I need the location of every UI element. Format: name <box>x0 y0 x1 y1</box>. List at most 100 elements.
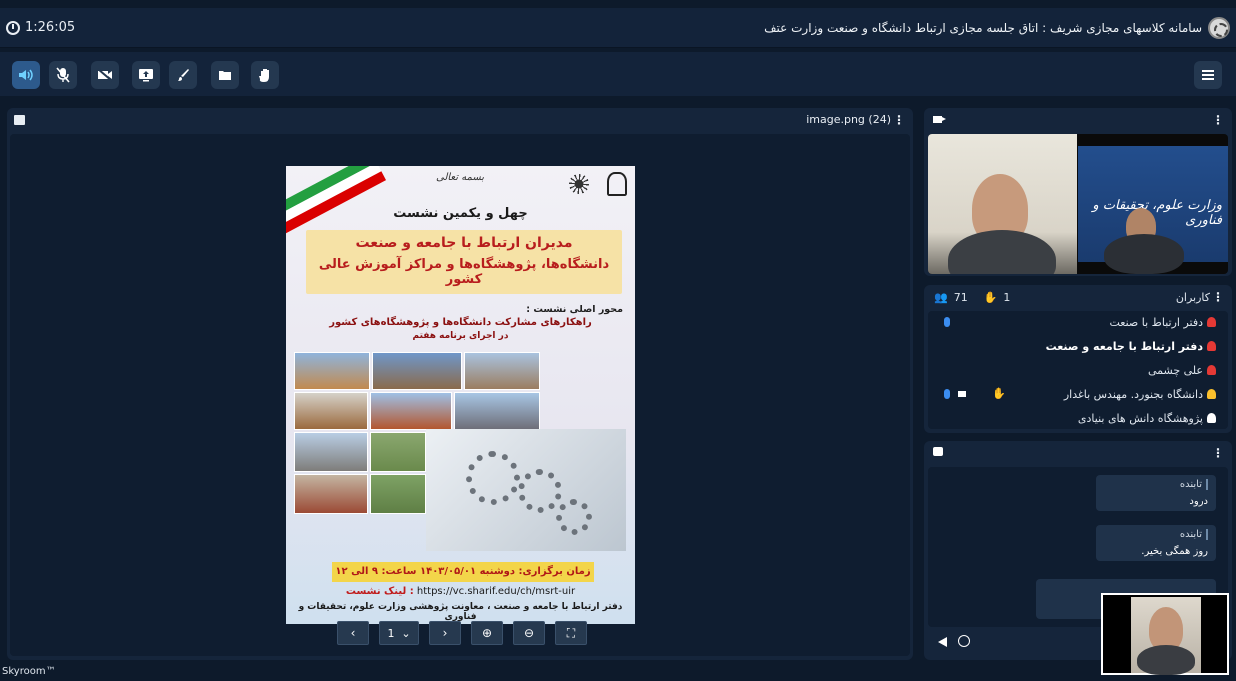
remote-video: وزارت علوم، تحقیقات و فناوری <box>1078 146 1228 274</box>
camera-off-icon <box>97 68 113 82</box>
hands-count: 1 <box>1003 291 1011 304</box>
users-list[interactable]: دفتر ارتباط با صنعت دفتر ارتباط با جامعه… <box>928 311 1228 429</box>
next-page-button[interactable]: › <box>429 621 461 645</box>
message-text: درود <box>1189 496 1208 507</box>
poster-link-url: https://vc.sharif.edu/ch/msrt-uir <box>416 586 576 597</box>
user-icon <box>1207 389 1216 399</box>
user-row[interactable]: دفتر ارتباط با صنعت <box>928 311 1228 335</box>
user-row[interactable]: دانشگاه بجنورد. مهندس باغدار ✋ <box>928 383 1228 407</box>
more-options-icon[interactable]: ⋮ <box>893 113 905 127</box>
menu-icon-line <box>1202 74 1214 76</box>
raise-hand-icon: ✋ <box>983 291 998 304</box>
chevron-right-icon: › <box>442 626 448 640</box>
fullscreen-button[interactable]: ⛶ <box>555 621 587 645</box>
building-photo <box>294 352 370 390</box>
self-video-feed <box>1131 597 1201 675</box>
poster-axis-text-2: در اجرای برنامه هفتم <box>412 331 509 341</box>
poster-image: بسمه تعالی چهل و یکمین نشست مدیران ارتبا… <box>286 166 635 624</box>
files-button[interactable] <box>211 61 239 89</box>
file-name: image.png (24) <box>806 113 891 126</box>
share-screen-button[interactable] <box>132 61 160 89</box>
toolbar <box>0 52 1236 96</box>
poster-heading: چهل و یکمین نشست <box>393 206 528 221</box>
share-screen-icon <box>139 69 153 82</box>
poster-footer: دفتر ارتباط با جامعه و صنعت ، معاونت پژو… <box>298 602 623 622</box>
user-entry: پژوهشگاه دانش های بنیادی <box>1078 412 1216 425</box>
chevron-left-icon: ‹ <box>350 626 356 640</box>
camera-button[interactable] <box>91 61 119 89</box>
raise-hand-icon <box>259 69 269 82</box>
mic-icon <box>944 317 950 327</box>
user-icon <box>1207 341 1216 351</box>
self-body <box>1137 645 1195 675</box>
raise-hand-icon: ✋ <box>992 387 1006 400</box>
user-entry: دفتر ارتباط با صنعت <box>1110 316 1216 329</box>
user-row[interactable]: دفتر ارتباط با جامعه و صنعت <box>928 335 1228 359</box>
user-entry: علی چشمی <box>1148 364 1216 377</box>
message-sender: تابنده <box>1104 529 1208 540</box>
speaker-video <box>928 134 1077 274</box>
chat-panel-header: ⋮ <box>924 441 1232 465</box>
building-photo <box>464 352 540 390</box>
iran-flag-graphic <box>286 166 387 237</box>
zoom-out-button[interactable]: ⊖ <box>513 621 545 645</box>
video-panel: ⋮ وزارت علوم، تحقیقات و فناوری <box>924 108 1232 276</box>
video-panel-header: ⋮ <box>924 108 1232 132</box>
user-row[interactable]: پژوهشگاه دانش های بنیادی <box>928 407 1228 429</box>
mic-button[interactable] <box>49 61 77 89</box>
speaker-button[interactable] <box>12 61 40 89</box>
remote-body <box>1104 234 1184 274</box>
zoom-in-button[interactable]: ⊕ <box>471 621 503 645</box>
banner-line-1: مدیران ارتباط با جامعه و صنعت <box>355 235 573 251</box>
more-options-icon[interactable]: ⋮ <box>1212 446 1224 460</box>
mic-icon <box>944 389 950 399</box>
emoji-icon[interactable] <box>958 635 970 647</box>
user-row[interactable]: علی چشمی <box>928 359 1228 383</box>
fullscreen-icon: ⛶ <box>566 625 576 640</box>
gear-shape <box>518 469 562 513</box>
users-panel: 👥 71 ✋ 1 کاربران ⋮ دفتر ارتباط با صنعت د… <box>924 285 1232 433</box>
zoom-out-icon: ⊖ <box>523 626 535 640</box>
message-text: روز همگی بخیر. <box>1141 546 1208 557</box>
raise-hand-button[interactable] <box>251 61 279 89</box>
user-name: پژوهشگاه دانش های بنیادی <box>1077 412 1203 425</box>
clock-icon <box>6 20 20 35</box>
more-options-icon[interactable]: ⋮ <box>1212 113 1224 127</box>
more-options-icon[interactable]: ⋮ <box>1212 290 1224 304</box>
whiteboard-button[interactable] <box>169 61 197 89</box>
gears-graphic <box>426 429 626 551</box>
zoom-in-icon: ⊕ <box>481 626 493 640</box>
prev-page-button[interactable]: ‹ <box>337 621 369 645</box>
chevron-down-icon: ⌄ <box>401 626 411 640</box>
camera-icon <box>933 116 942 123</box>
user-entry: دانشگاه بجنورد. مهندس باغدار <box>1064 388 1216 401</box>
message-sender: تابنده <box>1104 479 1208 490</box>
users-stats: 👥 71 ✋ 1 <box>934 291 1010 304</box>
menu-button[interactable] <box>1194 61 1222 89</box>
folder-icon <box>219 71 231 80</box>
university-emblem-icon <box>569 174 589 194</box>
file-viewer-header: image.png (24) ⋮ <box>7 108 913 132</box>
poster-axis-text-1: راهکارهای مشارکت دانشگاه‌ها و پژوهشگاه‌ه… <box>329 317 592 328</box>
user-name: علی چشمی <box>1147 364 1203 377</box>
top-bar: 1:26:05 سامانه کلاسهای مجازی شریف : اتاق… <box>0 8 1236 48</box>
building-photo <box>372 352 462 390</box>
chat-message: تابنده درود <box>1096 475 1216 511</box>
mic-off-icon <box>56 67 70 83</box>
brand-label: Skyroom™ <box>2 666 56 677</box>
user-entry: دفتر ارتباط با جامعه و صنعت <box>1046 340 1216 353</box>
user-icon <box>1207 317 1216 327</box>
building-photo <box>294 392 368 430</box>
users-title: کاربران <box>1175 291 1210 304</box>
send-icon[interactable] <box>938 637 947 647</box>
self-video-preview[interactable] <box>1101 593 1229 675</box>
page-select[interactable]: 1 ⌄ <box>379 621 419 645</box>
brush-icon <box>178 69 189 81</box>
video-on-icon <box>958 391 966 397</box>
user-icon <box>1207 365 1216 375</box>
poster-link-label: لینک نشست : <box>345 586 414 597</box>
sharif-logo-icon <box>1208 17 1230 39</box>
user-name: دانشگاه بجنورد. مهندس باغدار <box>1063 388 1203 401</box>
viewer-controls: ‹ 1 ⌄ › ⊕ ⊖ ⛶ <box>337 621 587 645</box>
poster-date: زمان برگزاری: دوشنبه ۱۴۰۳/۰۵/۰۱ ساعت: ۹ … <box>332 562 594 582</box>
